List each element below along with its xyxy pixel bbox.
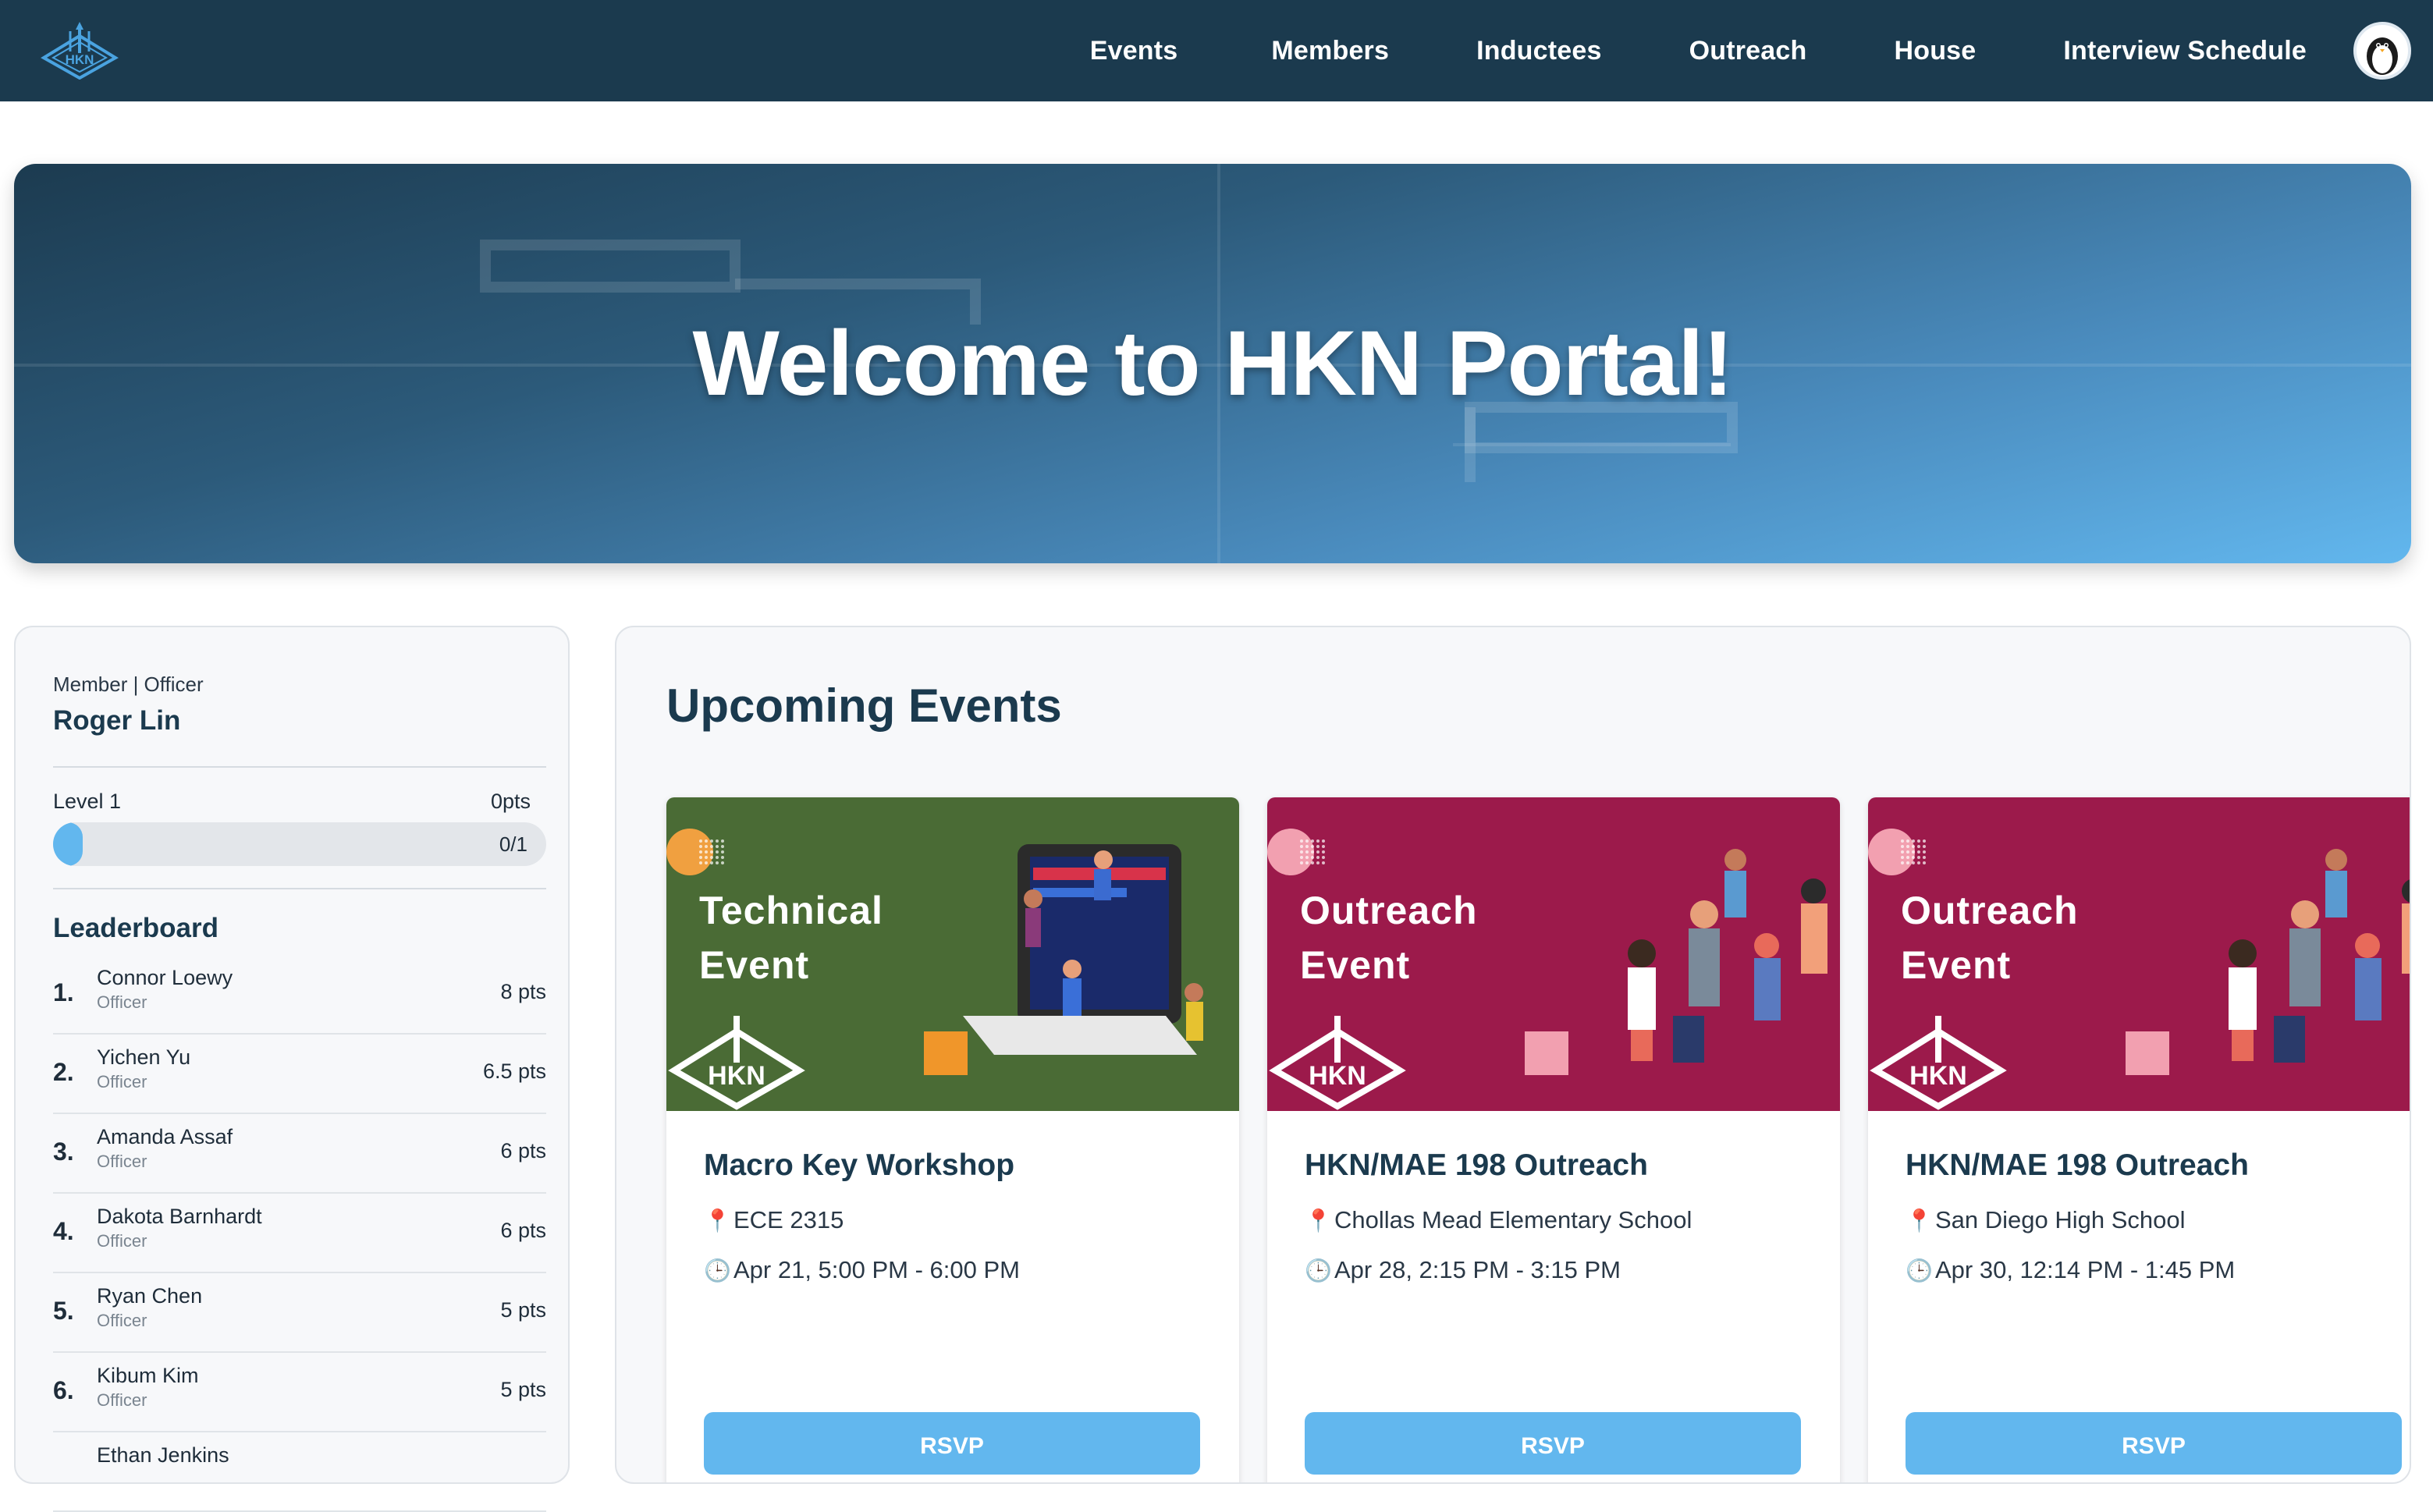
- leaderboard-role: Officer: [97, 1311, 147, 1330]
- leaderboard-row[interactable]: 1. Connor Loewy Officer 8 pts: [53, 955, 546, 1035]
- level-progress-bar: 0/1: [53, 822, 546, 866]
- svg-text:HKN: HKN: [708, 1061, 765, 1091]
- level-progress-fill: [53, 822, 83, 866]
- event-banner-image: HKN Outreach Event: [1267, 797, 1840, 1111]
- event-name: HKN/MAE 198 Outreach: [1305, 1148, 1648, 1182]
- nav-link-members[interactable]: Members: [1271, 36, 1389, 66]
- event-category-line1: Outreach: [1300, 889, 1478, 932]
- rsvp-button[interactable]: RSVP: [704, 1412, 1200, 1475]
- nav-link-interview-schedule[interactable]: Interview Schedule: [2063, 36, 2307, 66]
- event-name: Macro Key Workshop: [704, 1148, 1015, 1182]
- event-time-text: Apr 21, 5:00 PM - 6:00 PM: [733, 1256, 1021, 1283]
- leaderboard-rank: 3.: [53, 1138, 74, 1166]
- event-banner-image: HKN Outreach Event: [1868, 797, 2410, 1111]
- svg-text:HKN: HKN: [1909, 1061, 1967, 1091]
- event-card[interactable]: HKN Outreach Event HKN/MAE 198 Outreach 📍 San…: [1868, 797, 2410, 1482]
- event-location: 📍 San Diego High School: [1906, 1206, 2186, 1234]
- nav-links: Events Members Inductees Outreach House …: [1090, 0, 2307, 101]
- clock-icon: 🕒: [1906, 1258, 1933, 1283]
- event-name: HKN/MAE 198 Outreach: [1906, 1148, 2249, 1182]
- leaderboard-role: Officer: [97, 1390, 147, 1410]
- leaderboard-row[interactable]: Ethan Jenkins: [53, 1432, 546, 1512]
- divider: [53, 888, 546, 889]
- svg-text:HKN: HKN: [1309, 1061, 1366, 1091]
- event-time: 🕒 Apr 21, 5:00 PM - 6:00 PM: [704, 1256, 1020, 1284]
- level-label: Level 1: [53, 790, 122, 813]
- nav-link-events[interactable]: Events: [1090, 36, 1178, 66]
- hero-title: Welcome to HKN Portal!: [692, 312, 1734, 415]
- leaderboard-row[interactable]: 4. Dakota Barnhardt Officer 6 pts: [53, 1194, 546, 1273]
- leaderboard-name: Kibum Kim: [97, 1364, 199, 1387]
- leaderboard-name: Dakota Barnhardt: [97, 1205, 262, 1228]
- upcoming-events-title: Upcoming Events: [666, 680, 1062, 732]
- event-location: 📍 ECE 2315: [704, 1206, 844, 1234]
- leaderboard-rank: 2.: [53, 1058, 74, 1086]
- leaderboard-points: 6.5 pts: [482, 1059, 546, 1083]
- leaderboard-row[interactable]: 5. Ryan Chen Officer 5 pts: [53, 1273, 546, 1353]
- top-navbar: HKN Events Members Inductees Outreach Ho…: [0, 0, 2433, 101]
- location-pin-icon: 📍: [704, 1209, 731, 1233]
- event-location: 📍 Chollas Mead Elementary School: [1305, 1206, 1692, 1234]
- clock-icon: 🕒: [704, 1258, 731, 1283]
- clock-icon: 🕒: [1305, 1258, 1332, 1283]
- location-pin-icon: 📍: [1906, 1209, 1933, 1233]
- nav-link-house[interactable]: House: [1894, 36, 1976, 66]
- location-pin-icon: 📍: [1305, 1209, 1332, 1233]
- leaderboard-role: Officer: [97, 1152, 147, 1171]
- event-banner-image: HKN Technical Event: [666, 797, 1239, 1111]
- leaderboard-row[interactable]: 2. Yichen Yu Officer 6.5 pts: [53, 1035, 546, 1114]
- event-category-line2: Event: [699, 943, 810, 987]
- hkn-logo-icon[interactable]: HKN: [41, 22, 119, 80]
- divider: [53, 766, 546, 768]
- nav-link-inductees[interactable]: Inductees: [1476, 36, 1602, 66]
- rsvp-button[interactable]: RSVP: [1906, 1412, 2402, 1475]
- leaderboard-rank: 1.: [53, 978, 74, 1006]
- leaderboard-role: Officer: [97, 992, 147, 1012]
- rsvp-button[interactable]: RSVP: [1305, 1412, 1801, 1475]
- leaderboard-title: Leaderboard: [53, 913, 218, 943]
- event-category-line1: Outreach: [1901, 889, 2079, 932]
- upcoming-events-card: Upcoming Events HKN Technical Event Macro K…: [615, 626, 2411, 1484]
- event-card[interactable]: HKN Outreach Event HKN/MAE 198 Outreach 📍 Cho…: [1267, 797, 1840, 1482]
- user-avatar[interactable]: [2353, 22, 2411, 80]
- leaderboard-points: 6 pts: [500, 1219, 546, 1242]
- svg-text:HKN: HKN: [66, 52, 94, 67]
- leaderboard-rank: 4.: [53, 1217, 74, 1245]
- leaderboard-rank: 6.: [53, 1376, 74, 1404]
- leaderboard-rank: 5.: [53, 1297, 74, 1325]
- level-progress-text: 0/1: [499, 832, 527, 856]
- leaderboard-name: Connor Loewy: [97, 966, 233, 989]
- hero-banner: Welcome to HKN Portal!: [14, 164, 2411, 563]
- leaderboard-name: Ryan Chen: [97, 1284, 203, 1308]
- leaderboard-points: 6 pts: [500, 1139, 546, 1162]
- event-location-text: ECE 2315: [733, 1206, 844, 1233]
- user-role: Member | Officer: [53, 673, 204, 696]
- event-category-line2: Event: [1901, 943, 2012, 987]
- event-time: 🕒 Apr 30, 12:14 PM - 1:45 PM: [1906, 1256, 2235, 1284]
- event-time-text: Apr 30, 12:14 PM - 1:45 PM: [1935, 1256, 2236, 1283]
- leaderboard-points: 5 pts: [500, 1298, 546, 1322]
- event-card[interactable]: HKN Technical Event Macro Key Workshop 📍 ECE …: [666, 797, 1239, 1482]
- profile-card: Member | Officer Roger Lin Level 1 0pts …: [14, 626, 570, 1512]
- event-category-line1: Technical: [699, 889, 883, 932]
- event-category-line2: Event: [1300, 943, 1411, 987]
- user-name: Roger Lin: [53, 705, 181, 736]
- leaderboard-name: Amanda Assaf: [97, 1125, 233, 1148]
- nav-link-outreach[interactable]: Outreach: [1689, 36, 1807, 66]
- leaderboard-points: 8 pts: [500, 980, 546, 1003]
- leaderboard-points: 5 pts: [500, 1378, 546, 1401]
- event-time-text: Apr 28, 2:15 PM - 3:15 PM: [1334, 1256, 1621, 1283]
- event-time: 🕒 Apr 28, 2:15 PM - 3:15 PM: [1305, 1256, 1621, 1284]
- points-label: 0pts: [490, 790, 531, 813]
- leaderboard-name: Ethan Jenkins: [97, 1443, 229, 1467]
- leaderboard-row[interactable]: 6. Kibum Kim Officer 5 pts: [53, 1353, 546, 1432]
- event-location-text: Chollas Mead Elementary School: [1334, 1206, 1692, 1233]
- leaderboard-row[interactable]: 3. Amanda Assaf Officer 6 pts: [53, 1114, 546, 1194]
- leaderboard-name: Yichen Yu: [97, 1045, 191, 1069]
- leaderboard-role: Officer: [97, 1231, 147, 1251]
- leaderboard-role: Officer: [97, 1072, 147, 1091]
- event-location-text: San Diego High School: [1935, 1206, 2186, 1233]
- penguin-icon: [2367, 37, 2398, 75]
